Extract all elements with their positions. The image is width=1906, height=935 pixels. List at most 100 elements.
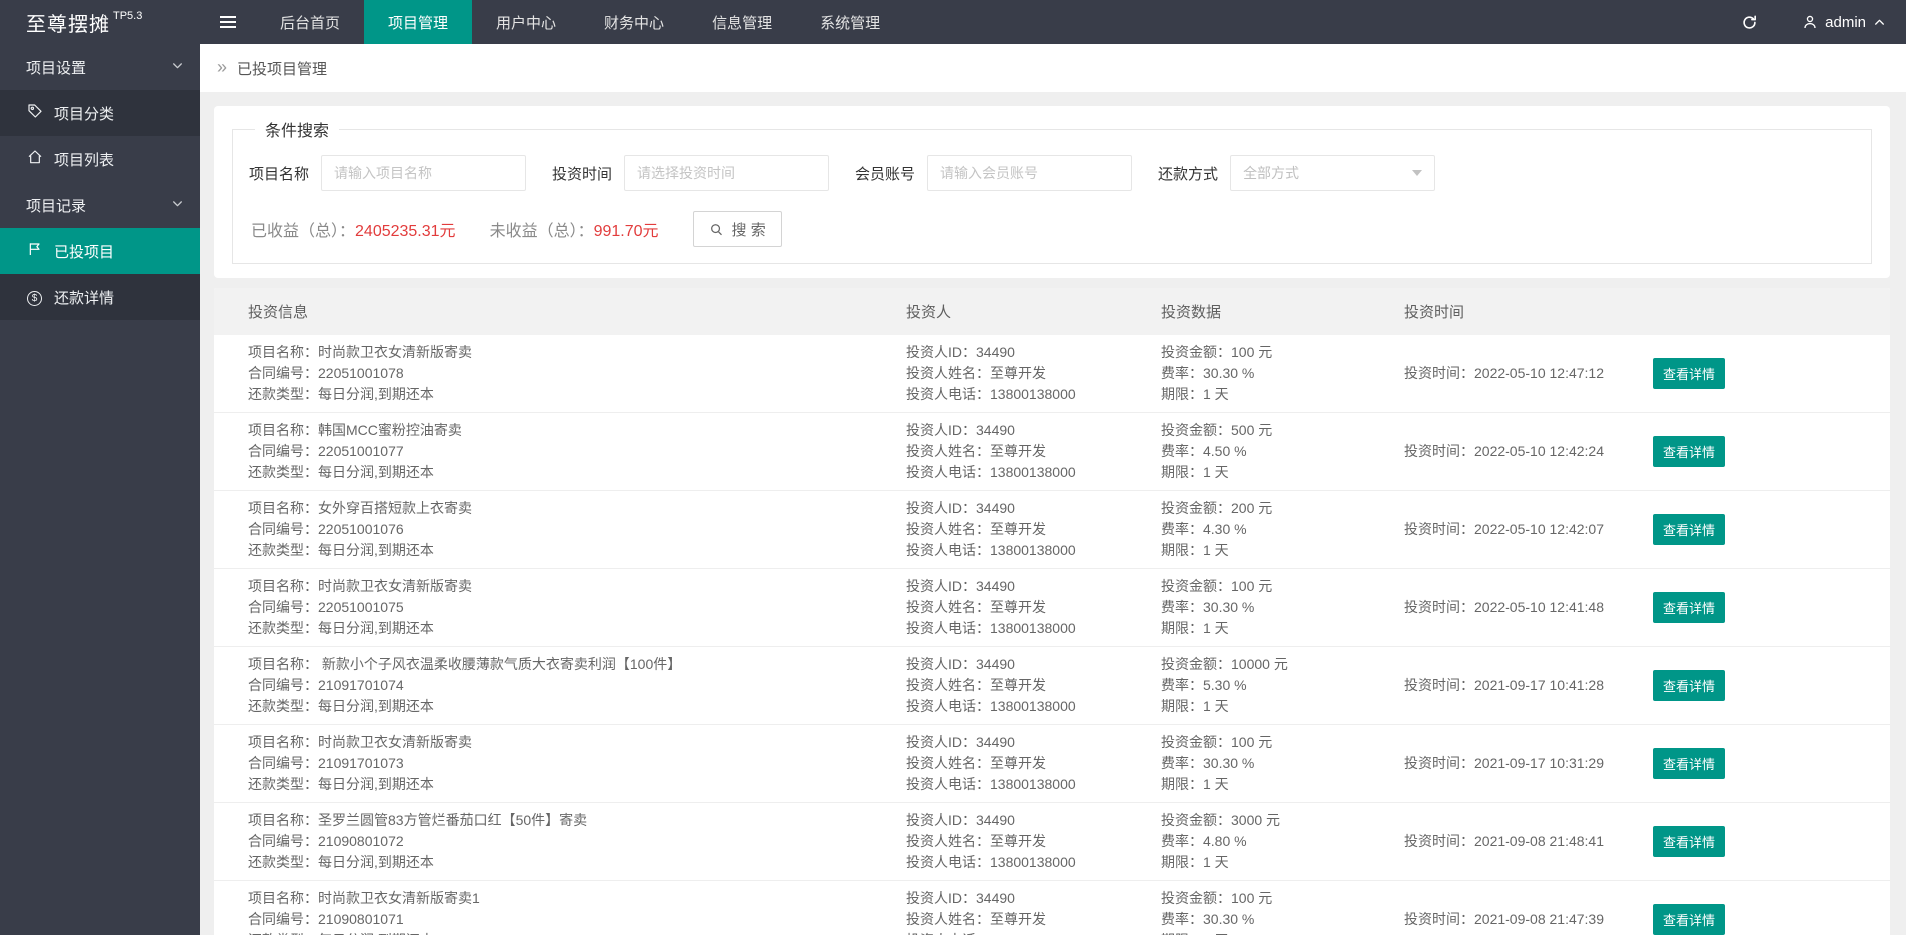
table-row: 项目名称：韩国MCC蜜粉控油寄卖 合同编号：22051001077 还款类型：每… (214, 413, 1890, 491)
column-header: 投资人 (906, 301, 1161, 322)
invest-amount: 投资金额：200 元 (1161, 498, 1386, 519)
refresh-button[interactable] (1741, 14, 1758, 31)
investor-name: 投资人姓名：至尊开发 (906, 831, 1143, 852)
invest-data-cell: 投资金额：100 元 费率：30.30 % 期限：1 天 (1161, 576, 1404, 639)
invest-rate: 费率：30.30 % (1161, 363, 1386, 384)
investor-phone: 投资人电话：13800138000 (906, 462, 1143, 483)
field-input[interactable] (321, 155, 526, 191)
sidebar-group-label: 项目记录 (26, 195, 86, 216)
view-detail-button[interactable]: 查看详情 (1653, 670, 1725, 701)
action-cell: 查看详情 (1653, 810, 1890, 873)
invest-rate: 费率：30.30 % (1161, 597, 1386, 618)
view-detail-button[interactable]: 查看详情 (1653, 514, 1725, 545)
view-detail-button[interactable]: 查看详情 (1653, 592, 1725, 623)
sidebar-item[interactable]: 项目列表 (0, 136, 200, 182)
repay-type: 还款类型：每日分润,到期还本 (248, 618, 888, 639)
search-button[interactable]: 搜 索 (693, 211, 782, 247)
view-detail-button[interactable]: 查看详情 (1653, 826, 1725, 857)
invest-info-cell: 项目名称： 新款小个子风衣温柔收腰薄款气质大衣寄卖利润【100件】 合同编号：2… (214, 654, 906, 717)
investor-phone: 投资人电话：13800138000 (906, 774, 1143, 795)
invest-rate: 费率：4.30 % (1161, 519, 1386, 540)
nav-item[interactable]: 财务中心 (580, 0, 688, 44)
invest-info-cell: 项目名称：时尚款卫衣女清新版寄卖1 合同编号：21090801071 还款类型：… (214, 888, 906, 935)
invest-term: 期限：1 天 (1161, 462, 1386, 483)
breadcrumb: » 已投项目管理 (200, 44, 1906, 92)
contract-no: 合同编号：22051001075 (248, 597, 888, 618)
invest-info-cell: 项目名称：圣罗兰圆管83方管烂番茄口红【50件】寄卖 合同编号：21090801… (214, 810, 906, 873)
sidebar-group[interactable]: 项目记录 (0, 182, 200, 228)
nav-item[interactable]: 信息管理 (688, 0, 796, 44)
field-input[interactable] (927, 155, 1132, 191)
nav-item[interactable]: 项目管理 (364, 0, 472, 44)
field-input[interactable] (624, 155, 829, 191)
repay-type: 还款类型：每日分润,到期还本 (248, 930, 888, 935)
investor-cell: 投资人ID：34490 投资人姓名：至尊开发 投资人电话：13800138000 (906, 732, 1161, 795)
invest-time-cell: 投资时间：2021-09-17 10:41:28 (1404, 654, 1653, 717)
search-fields-row: 项目名称 投资时间 会员账号 还款方式 全部方式 (249, 155, 1855, 191)
stat-item: 已收益（总）： 2405235.31元 (251, 217, 456, 241)
repay-method-select[interactable]: 全部方式 (1230, 155, 1435, 191)
sidebar-item[interactable]: $ 还款详情 (0, 274, 200, 320)
stat-label: 未收益（总）： (490, 217, 594, 241)
action-cell: 查看详情 (1653, 420, 1890, 483)
sidebar-group[interactable]: 项目设置 (0, 44, 200, 90)
home-icon (26, 149, 43, 165)
invest-data-cell: 投资金额：100 元 费率：30.30 % 期限：1 天 (1161, 732, 1404, 795)
search-field: 投资时间 (552, 155, 829, 191)
investor-name: 投资人姓名：至尊开发 (906, 753, 1143, 774)
stats-row: 已收益（总）： 2405235.31元 未收益（总）： 991.70元 搜 索 (251, 211, 1853, 247)
project-name: 项目名称：时尚款卫衣女清新版寄卖 (248, 576, 888, 597)
stat-label: 已收益（总）： (251, 217, 355, 241)
nav-item[interactable]: 后台首页 (256, 0, 364, 44)
invest-data-cell: 投资金额：500 元 费率：4.50 % 期限：1 天 (1161, 420, 1404, 483)
invest-rate: 费率：30.30 % (1161, 753, 1386, 774)
sidebar-item[interactable]: 项目分类 (0, 90, 200, 136)
stat-value: 991.70元 (594, 217, 659, 241)
nav-right: admin (1741, 0, 1906, 44)
tag-icon (26, 103, 43, 119)
sidebar-item-label: 项目列表 (54, 149, 114, 170)
action-cell: 查看详情 (1653, 498, 1890, 561)
nav-item-label: 系统管理 (820, 12, 880, 33)
view-detail-button[interactable]: 查看详情 (1653, 436, 1725, 467)
field-label: 还款方式 (1158, 163, 1218, 184)
view-detail-button[interactable]: 查看详情 (1653, 904, 1725, 935)
content: 条件搜索 项目名称 投资时间 会员账号 还款方式 全部方式 (200, 92, 1906, 935)
sidebar-menu: 项目设置 项目分类 项目列表 项目记录 已投项目 $ 还款详情 (0, 44, 200, 320)
table-row: 项目名称：圣罗兰圆管83方管烂番茄口红【50件】寄卖 合同编号：21090801… (214, 803, 1890, 881)
invest-amount: 投资金额：3000 元 (1161, 810, 1386, 831)
menu-toggle-button[interactable] (200, 0, 256, 44)
nav-item-label: 用户中心 (496, 12, 556, 33)
view-detail-button[interactable]: 查看详情 (1653, 358, 1725, 389)
invest-time: 投资时间：2022-05-10 12:47:12 (1404, 363, 1635, 384)
invest-data-cell: 投资金额：200 元 费率：4.30 % 期限：1 天 (1161, 498, 1404, 561)
main-area: » 已投项目管理 条件搜索 项目名称 投资时间 会员账号 还款方式 全部方式 (200, 44, 1906, 935)
invest-time: 投资时间：2021-09-17 10:31:29 (1404, 753, 1635, 774)
investor-name: 投资人姓名：至尊开发 (906, 441, 1143, 462)
sidebar-item[interactable]: 已投项目 (0, 228, 200, 274)
column-header: 投资时间 (1404, 301, 1653, 322)
nav-left: 后台首页项目管理 用户中心 财务中心 信息管理 系统管理 (200, 0, 904, 44)
investor-cell: 投资人ID：34490 投资人姓名：至尊开发 投资人电话：13800138000 (906, 810, 1161, 873)
select-value: 全部方式 (1243, 163, 1299, 183)
nav-item-label: 财务中心 (604, 12, 664, 33)
search-panel: 条件搜索 项目名称 投资时间 会员账号 还款方式 全部方式 (214, 106, 1890, 278)
nav-item[interactable]: 系统管理 (796, 0, 904, 44)
repay-type: 还款类型：每日分润,到期还本 (248, 540, 888, 561)
action-cell: 查看详情 (1653, 888, 1890, 935)
investor-id: 投资人ID：34490 (906, 498, 1143, 519)
user-name: admin (1825, 14, 1866, 31)
chevron-down-icon (171, 197, 184, 210)
nav-item[interactable]: 用户中心 (472, 0, 580, 44)
contract-no: 合同编号：21090801072 (248, 831, 888, 852)
invest-term: 期限：1 天 (1161, 696, 1386, 717)
investor-cell: 投资人ID：34490 投资人姓名：至尊开发 投资人电话：13800138000 (906, 654, 1161, 717)
invest-time-cell: 投资时间：2022-05-10 12:42:07 (1404, 498, 1653, 561)
user-menu[interactable]: admin (1802, 14, 1886, 31)
investor-id: 投资人ID：34490 (906, 342, 1143, 363)
view-detail-button[interactable]: 查看详情 (1653, 748, 1725, 779)
investor-cell: 投资人ID：34490 投资人姓名：至尊开发 投资人电话：13800138000 (906, 342, 1161, 405)
invest-term: 期限：1 天 (1161, 774, 1386, 795)
table-body: 项目名称：时尚款卫衣女清新版寄卖 合同编号：22051001078 还款类型：每… (214, 335, 1890, 935)
brand: 至尊摆摊TP5.3 (0, 0, 200, 44)
